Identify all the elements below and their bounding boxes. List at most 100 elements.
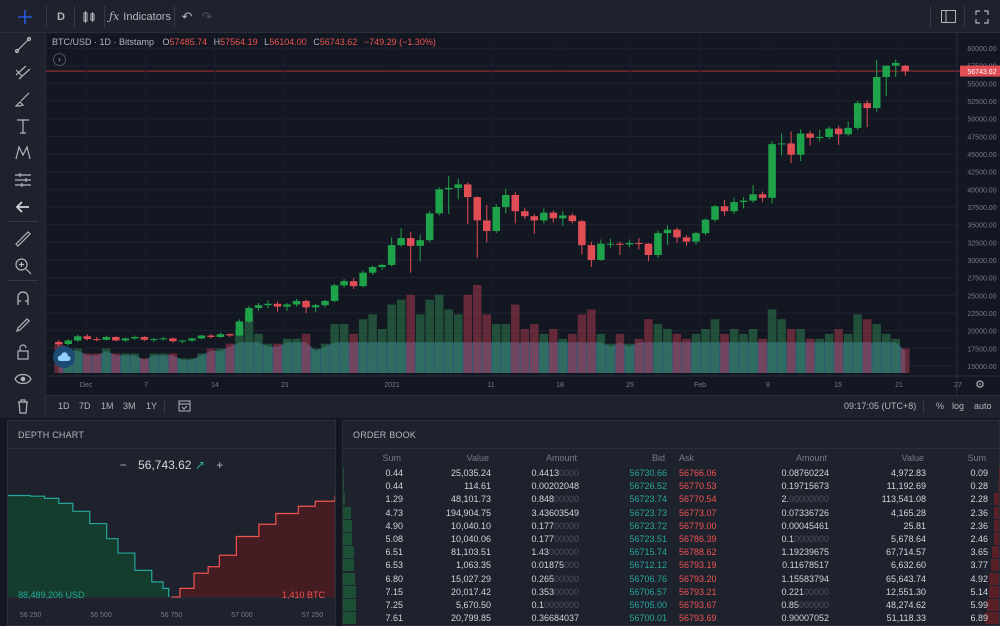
order-book-cell-bid: 56723.72 [629,521,667,531]
order-book-cell-bsum: 0.44 [385,468,403,478]
cell-value: 0.00202048 [531,481,579,492]
crosshair-icon[interactable] [10,0,40,33]
order-book-row[interactable]: 5.08 10,040.06 0.17700000 56723.51 56786.39 0… [343,534,999,546]
order-book-row[interactable]: 7.61 20,799.85 0.36684037 56700.01 56793.69 0… [343,613,999,625]
trash-icon[interactable] [13,396,33,416]
order-book-row[interactable]: 0.44 25,035.24 0.44130000 56730.66 56766.06 0… [343,468,999,480]
cell-value: 7.61 [385,613,403,624]
cell-value: 1,063.35 [455,560,491,571]
zoom-in-icon[interactable] [13,256,33,276]
range-3m[interactable]: 3M [123,401,136,411]
order-book-cell-bval: 114.61 [464,481,491,491]
candle-body [758,194,767,198]
magnet-icon[interactable] [13,288,33,308]
cell-value: 2.36 [970,507,988,518]
percent-toggle[interactable]: % [936,401,944,411]
fullscreen-icon[interactable] [970,0,994,33]
cell-value: 5.08 [385,534,403,544]
order-book-row[interactable]: 4.90 10,040.10 0.17700000 56723.72 56779.00 0… [343,521,999,533]
order-book-row[interactable]: 6.80 15,027.29 0.26500000 56706.76 56793.20 1… [343,574,999,586]
volume-bar [206,348,216,373]
order-book-row[interactable]: 1.29 48,101.73 0.84800000 56723.74 56770.54 2… [343,494,999,506]
time-tick-label: 2021 [384,382,400,389]
volume-bar [530,324,539,373]
fib-tool-icon[interactable] [13,62,33,82]
order-book-cell-asum: 2.28 [970,494,988,504]
cell-value: 56773.07 [679,507,717,518]
order-book-cell-asum: 0.09 [970,468,988,478]
order-book-cell-bamt: 0.44130000 [531,468,579,478]
candle-style-icon[interactable] [78,0,100,33]
range-1d[interactable]: 1D [58,401,70,411]
interval-button[interactable]: D [50,0,72,33]
order-book-row[interactable]: 6.51 81,103.51 1.43000000 56715.74 56788.62 1… [343,547,999,559]
arrow-left-icon[interactable] [13,197,33,217]
order-book-cell-bamt: 0.17700000 [531,534,579,544]
order-book-column-header: Amount [795,453,827,463]
goto-date-icon[interactable] [178,399,191,414]
indicators-button[interactable]: ƒx Indicators [108,0,172,33]
drawing-tools-bar [0,33,46,418]
clock-label[interactable]: 09:17:05 (UTC+8) [844,401,916,411]
order-book-row[interactable]: 0.44 114.61 0.00202048 56726.52 56770.53 0.19… [343,481,999,493]
eye-icon[interactable] [13,369,33,389]
undo-icon[interactable]: ↶ [178,0,196,33]
legend-collapse-icon[interactable]: › [53,53,66,66]
order-book-cell-bsum: 6.51 [385,547,403,557]
drawing-mode-icon[interactable] [13,315,33,335]
order-book-cell-bsum: 1.29 [385,494,403,504]
cell-value: 0.353 [531,586,554,597]
text-tool-icon[interactable] [13,116,33,136]
candlestick-chart-svg[interactable]: 60000.0057500.0056743.6255000.0052500.00… [46,33,1000,395]
order-book-row[interactable]: 7.15 20,017.42 0.35300000 56706.57 56793.21 0… [343,587,999,599]
cell-value: 10,040.06 [450,534,491,544]
order-book-cell-bid: 56723.51 [629,534,667,544]
cell-trailing-zeros: 00000000 [788,494,829,505]
order-book-cell-aval: 51,118.33 [887,613,926,623]
price-tick-label: 40000.00 [967,187,996,194]
cell-value: 11,192.69 [886,481,926,492]
time-tick-label: 18 [556,382,564,389]
cell-value: 56723.51 [629,534,667,544]
symbol-label[interactable]: BTC/USD · 1D · Bitstamp [52,37,154,47]
toolbar-divider [74,6,75,27]
cell-trailing-zeros: 000 [563,560,579,571]
range-1m[interactable]: 1M [101,401,114,411]
cell-value: 113,541.08 [881,494,926,505]
order-book-cell-bval: 20,017.42 [451,587,491,597]
candle-body [891,62,900,66]
order-book-cell-bsum: 7.25 [385,600,403,610]
trend-line-icon[interactable] [13,35,33,55]
redo-icon[interactable]: ↷ [198,0,216,33]
range-7d[interactable]: 7D [79,401,91,411]
cell-value: 56723.72 [629,520,667,531]
settings-gear-icon[interactable]: ⚙ [975,378,985,391]
volume-series [54,285,910,373]
cell-value: 1.19239675 [781,547,829,558]
lock-icon[interactable] [13,342,33,362]
order-book-cell-ask: 56786.39 [679,534,717,544]
volume-bar [634,338,644,373]
price-chart[interactable]: 60000.0057500.0056743.6255000.0052500.00… [46,33,1000,395]
pattern-tool-icon[interactable] [13,143,33,163]
brush-icon[interactable] [13,89,33,109]
auto-toggle[interactable]: auto [974,401,992,411]
order-book-title: ORDER BOOK [353,430,417,440]
order-book-column-header: Value [901,453,924,463]
ruler-icon[interactable] [13,229,33,249]
order-book-row[interactable]: 7.25 5,670.50 0.10000000 56705.00 56793.67 0.… [343,600,999,612]
candle-body [625,243,634,245]
range-1y[interactable]: 1Y [146,401,157,411]
order-book-row[interactable]: 6.53 1,063.35 0.01875000 56712.12 56793.19 0.… [343,560,999,572]
volume-bar [834,329,843,373]
forecast-tool-icon[interactable] [13,170,33,190]
order-book-row[interactable]: 4.73 194,904.75 3.43603549 56723.73 56773.07… [343,508,999,520]
cell-value: 56706.57 [629,586,667,597]
candle-body [483,220,491,232]
cloud-logo-icon[interactable] [53,346,75,368]
log-toggle[interactable]: log [952,401,964,411]
candle-body [815,137,824,139]
top-toolbar: D ƒx Indicators ↶ ↷ [0,0,1000,33]
time-tick-label: 7 [144,382,148,389]
layout-icon[interactable] [936,0,960,33]
